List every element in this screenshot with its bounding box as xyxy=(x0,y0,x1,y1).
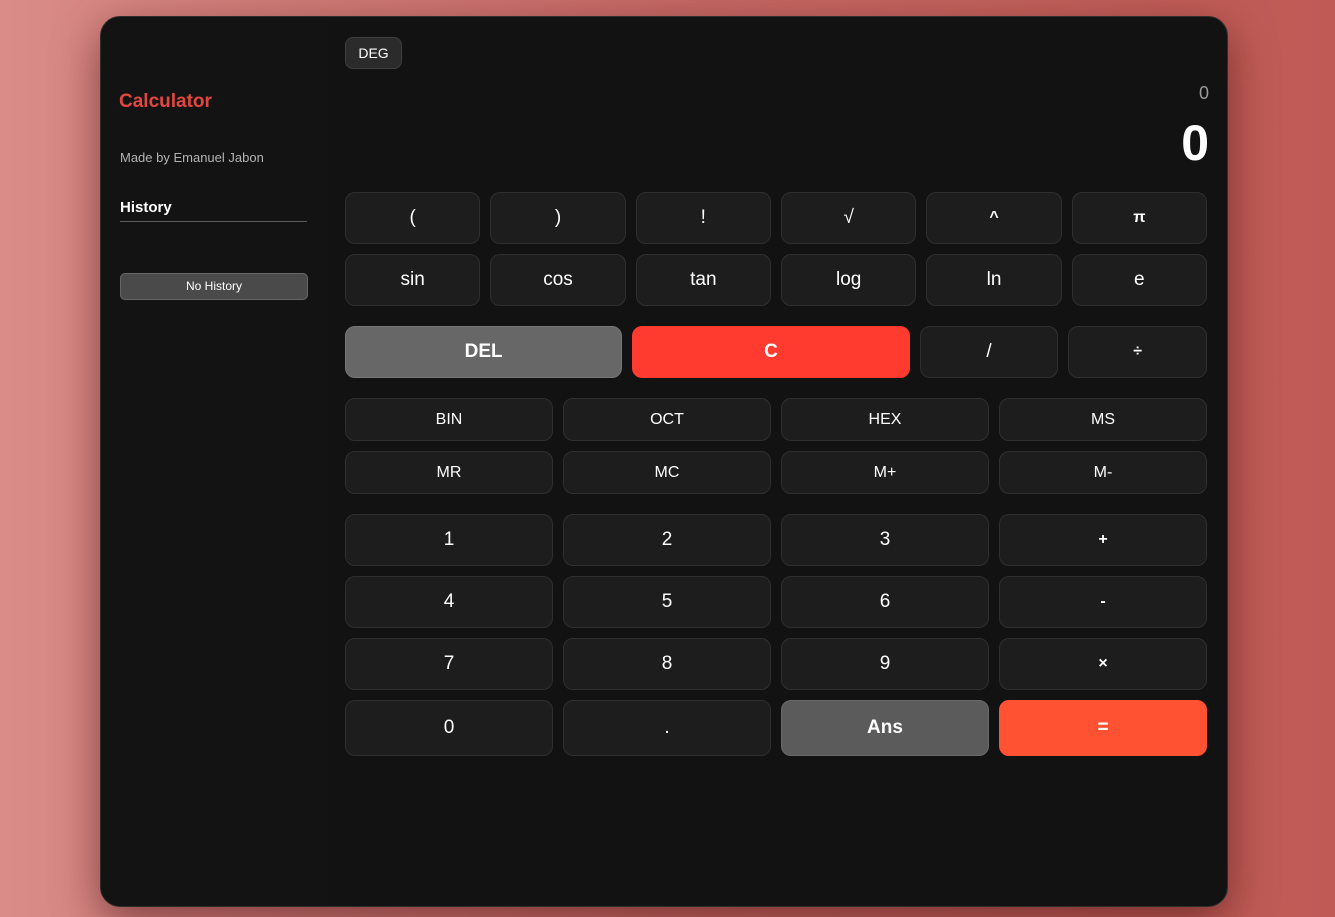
answer-button[interactable]: Ans xyxy=(781,700,989,756)
memory-recall-key[interactable]: MR xyxy=(345,451,553,494)
sidebar: Calculator Made by Emanuel Jabon History… xyxy=(101,17,327,906)
plus-key[interactable]: + xyxy=(999,514,1207,566)
binary-key[interactable]: BIN xyxy=(345,398,553,441)
octal-key[interactable]: OCT xyxy=(563,398,771,441)
divide-key[interactable]: ÷ xyxy=(1068,326,1207,378)
delete-button[interactable]: DEL xyxy=(345,326,623,378)
digit-4-key[interactable]: 4 xyxy=(345,576,553,628)
log-key[interactable]: log xyxy=(780,254,917,306)
memory-subtract-key[interactable]: M- xyxy=(999,451,1207,494)
minus-key[interactable]: - xyxy=(999,576,1207,628)
digit-8-key[interactable]: 8 xyxy=(563,638,771,690)
history-heading: History xyxy=(120,199,307,222)
digit-5-key[interactable]: 5 xyxy=(563,576,771,628)
digit-3-key[interactable]: 3 xyxy=(781,514,989,566)
pi-key[interactable]: π xyxy=(1071,192,1207,244)
digit-9-key[interactable]: 9 xyxy=(781,638,989,690)
app-title: Calculator xyxy=(119,91,212,112)
power-key[interactable]: ^ xyxy=(926,192,1062,244)
factorial-key[interactable]: ! xyxy=(635,192,771,244)
close-paren-key[interactable]: ) xyxy=(490,192,626,244)
no-history-button[interactable]: No History xyxy=(120,273,308,300)
sqrt-key[interactable]: √ xyxy=(780,192,917,244)
tan-key[interactable]: tan xyxy=(635,254,771,306)
calculator-window: Calculator Made by Emanuel Jabon History… xyxy=(100,16,1228,907)
open-paren-key[interactable]: ( xyxy=(345,192,481,244)
hex-key[interactable]: HEX xyxy=(781,398,989,441)
memory-keypad: BIN OCT HEX MS MR MC M+ M- xyxy=(345,398,1207,494)
control-keypad: DEL C / ÷ xyxy=(345,326,1207,378)
memory-store-key[interactable]: MS xyxy=(999,398,1207,441)
ln-key[interactable]: ln xyxy=(926,254,1062,306)
slash-key[interactable]: / xyxy=(919,326,1059,378)
clear-button[interactable]: C xyxy=(632,326,910,378)
euler-key[interactable]: e xyxy=(1071,254,1207,306)
number-keypad: 1 2 3 + 4 5 6 - 7 8 9 × 0 . Ans = xyxy=(345,514,1207,756)
angle-mode-toggle[interactable]: DEG xyxy=(345,37,402,69)
digit-6-key[interactable]: 6 xyxy=(781,576,989,628)
digit-0-key[interactable]: 0 xyxy=(345,700,553,756)
cos-key[interactable]: cos xyxy=(490,254,626,306)
equals-button[interactable]: = xyxy=(999,700,1207,756)
digit-2-key[interactable]: 2 xyxy=(563,514,771,566)
author-credit: Made by Emanuel Jabon xyxy=(120,150,264,165)
memory-clear-key[interactable]: MC xyxy=(563,451,771,494)
expression-display: 0 xyxy=(1198,83,1209,103)
digit-1-key[interactable]: 1 xyxy=(345,514,553,566)
scientific-keypad: ( ) ! √ ^ π sin cos tan log ln e xyxy=(345,192,1207,306)
sin-key[interactable]: sin xyxy=(345,254,481,306)
result-display: 0 xyxy=(1181,115,1209,171)
memory-add-key[interactable]: M+ xyxy=(781,451,989,494)
multiply-key[interactable]: × xyxy=(999,638,1207,690)
decimal-key[interactable]: . xyxy=(563,700,771,756)
digit-7-key[interactable]: 7 xyxy=(345,638,553,690)
